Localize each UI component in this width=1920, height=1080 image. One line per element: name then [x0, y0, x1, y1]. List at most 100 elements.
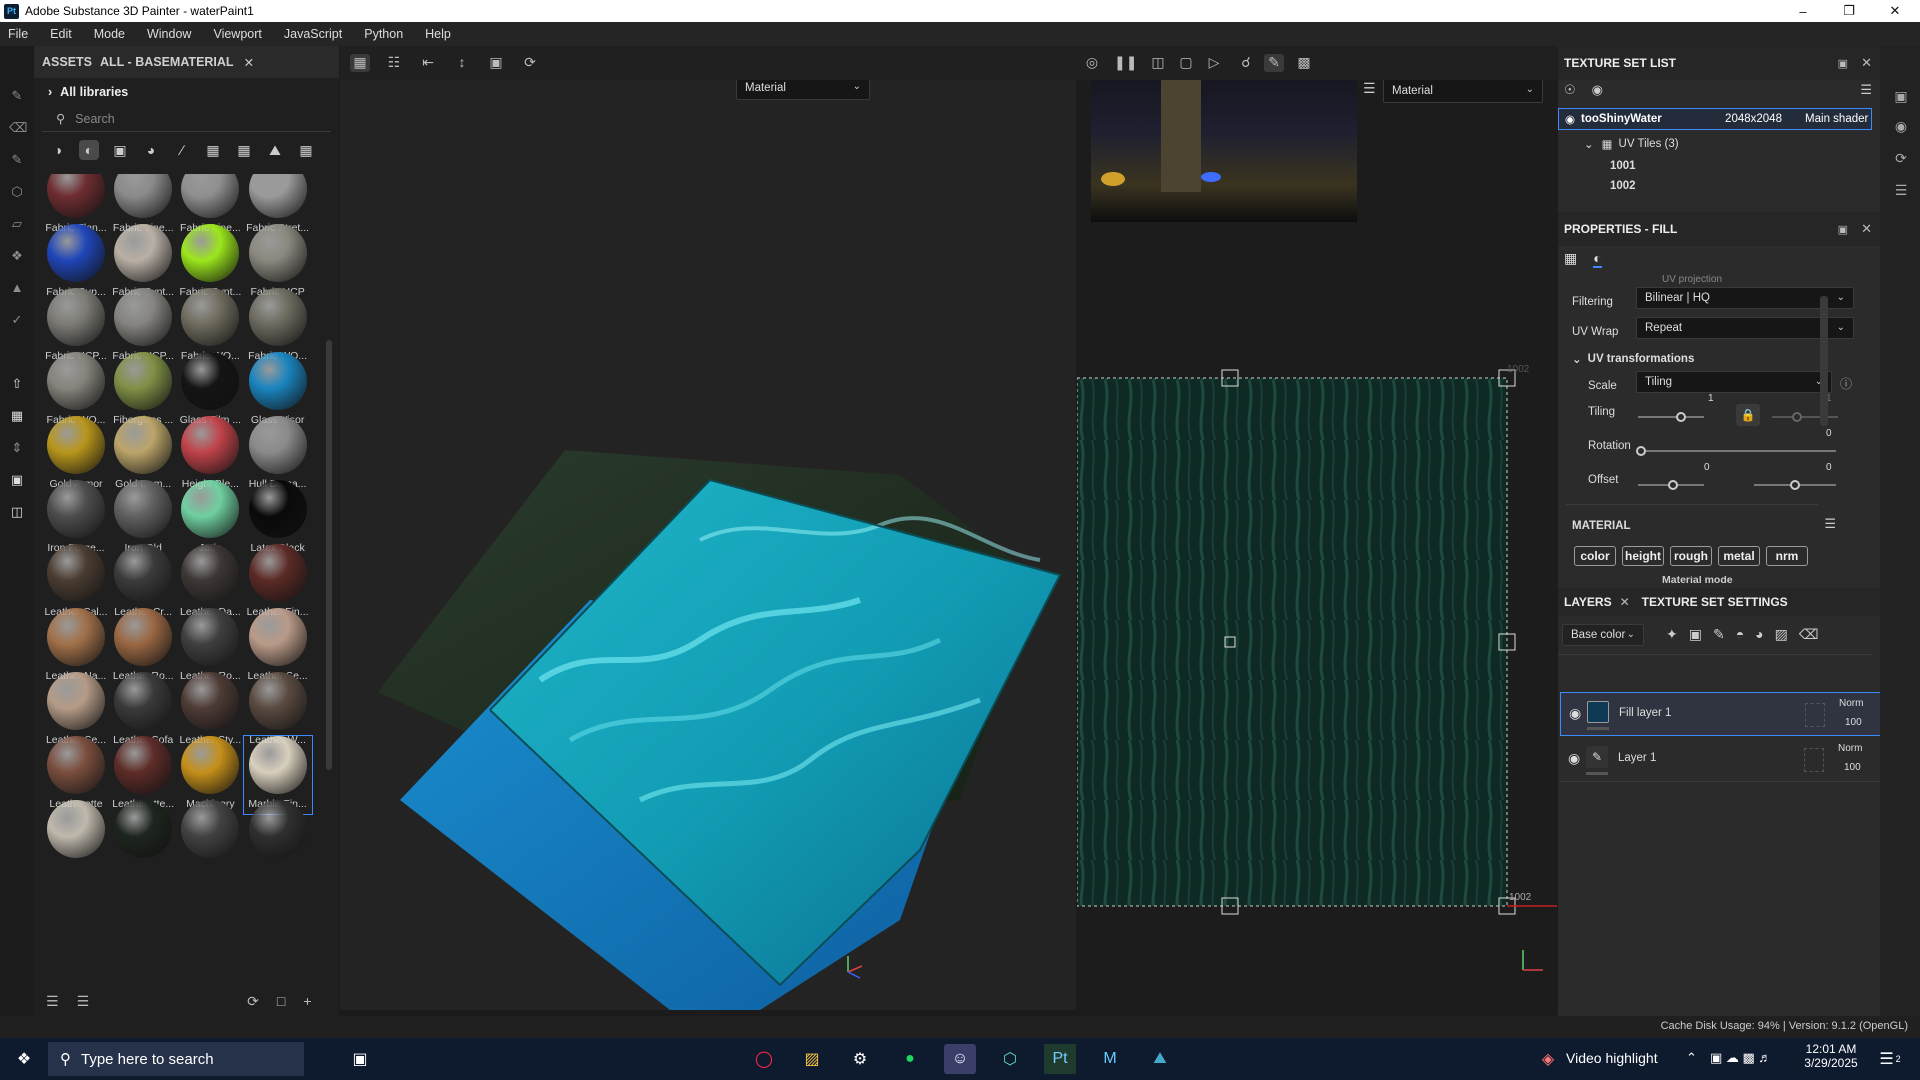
filter-effect-icon[interactable]: ◕: [141, 140, 161, 160]
texture-set-menu-icon[interactable]: ☰: [1860, 82, 1872, 98]
blend-mode[interactable]: Norm: [1838, 743, 1862, 754]
menu-python[interactable]: Python: [364, 27, 403, 41]
notification-icon[interactable]: ☰ 2: [1874, 1044, 1906, 1074]
video-highlight-label[interactable]: Video highlight: [1566, 1050, 1658, 1066]
uv-tiles-row[interactable]: ⌄ ▦ UV Tiles (3): [1584, 134, 1679, 154]
libraries-tree[interactable]: › All libraries: [34, 78, 339, 106]
scale-dropdown[interactable]: Tiling ⌄: [1636, 371, 1832, 393]
app-tray-icon[interactable]: ◈: [1532, 1044, 1564, 1074]
paint-brush-icon[interactable]: ✎: [9, 88, 25, 104]
add-effect-icon[interactable]: ✦: [1666, 626, 1678, 643]
camera-icon[interactable]: ▷: [1204, 54, 1224, 72]
refresh-icon[interactable]: ⟳: [247, 993, 259, 1010]
tray-chevron-up-icon[interactable]: ⌃: [1686, 1050, 1697, 1066]
delete-layer-icon[interactable]: ⌫: [1799, 626, 1819, 643]
clone-stamp-icon[interactable]: ▲: [9, 280, 25, 296]
bake-icon[interactable]: ▦: [9, 408, 25, 424]
smudge-icon[interactable]: ❖: [9, 248, 25, 264]
discord-icon[interactable]: ☺: [944, 1044, 976, 1074]
texture-set-row[interactable]: ◉ tooShinyWater 2048x2048 Main shader: [1558, 108, 1872, 130]
shelf-icon[interactable]: ◉: [1892, 118, 1910, 136]
menu-mode[interactable]: Mode: [94, 27, 125, 41]
export-icon[interactable]: ⇧: [9, 376, 25, 392]
layers-tab[interactable]: LAYERS: [1564, 595, 1612, 609]
rotation-slider-knob[interactable]: [1636, 446, 1646, 456]
channel-chip-nrm[interactable]: nrm: [1766, 546, 1808, 566]
fill-properties-icon[interactable]: ▦: [1564, 250, 1577, 268]
uv-tile-1001[interactable]: 1001: [1610, 156, 1636, 176]
undock-icon[interactable]: ▣: [1838, 223, 1848, 236]
eraser-icon[interactable]: ⌫: [9, 120, 27, 136]
task-view-icon[interactable]: ▣: [344, 1044, 376, 1074]
environment-filter-icon[interactable]: ⛰: [265, 140, 285, 160]
texture-filter-icon[interactable]: ▦: [203, 140, 223, 160]
asset-tile[interactable]: [244, 800, 312, 878]
measure-icon[interactable]: ⇕: [9, 440, 25, 456]
clock[interactable]: 12:01 AM 3/29/2025: [1798, 1042, 1864, 1070]
2d-viewport[interactable]: Material ⌄ ☰ 1002 1002: [1077, 80, 1557, 1010]
menu-viewport[interactable]: Viewport: [213, 27, 261, 41]
close-window-button[interactable]: ✕: [1872, 0, 1918, 22]
cube-view-icon[interactable]: ▢: [1176, 54, 1196, 72]
eye-icon[interactable]: ◉: [1592, 82, 1603, 98]
visibility-toggle-icon[interactable]: ☉: [1564, 82, 1576, 98]
channel-chip-rough[interactable]: rough: [1670, 546, 1712, 566]
close-panel-icon[interactable]: ✕: [1861, 221, 1872, 237]
menu-help[interactable]: Help: [425, 27, 451, 41]
log-icon[interactable]: ☰: [1892, 182, 1910, 200]
add-folder-icon[interactable]: ▨: [1775, 626, 1788, 643]
viewport-2d-mode-dropdown[interactable]: Material ⌄: [1383, 80, 1543, 103]
taskbar-search-input[interactable]: ⚲ Type here to search: [48, 1042, 304, 1076]
fit-view-icon[interactable]: ▣: [486, 54, 506, 72]
symmetry-icon[interactable]: ⇤: [418, 54, 438, 72]
spotify-icon[interactable]: ●: [894, 1044, 926, 1074]
material-menu-icon[interactable]: ☰: [1824, 516, 1836, 532]
screenshot-icon[interactable]: ▩: [1294, 54, 1314, 72]
polygon-fill-icon[interactable]: ▱: [9, 216, 25, 232]
color-picker-icon[interactable]: ✓: [9, 312, 25, 328]
layer-opacity[interactable]: 100: [1844, 762, 1861, 773]
shader-settings-icon[interactable]: ◫: [9, 504, 25, 520]
layer-opacity[interactable]: 100: [1845, 717, 1862, 728]
material-properties-icon[interactable]: ◐: [1593, 250, 1602, 268]
offset-slider-2-knob[interactable]: [1790, 480, 1800, 490]
uv-tile-1002[interactable]: 1002: [1610, 176, 1636, 196]
pause-icon[interactable]: ❚❚: [1114, 54, 1137, 72]
rotation-slider[interactable]: [1638, 450, 1836, 452]
eye-icon[interactable]: ◉: [1565, 112, 1575, 126]
projection-icon[interactable]: ✎: [9, 152, 25, 168]
eye-icon[interactable]: ◉: [1569, 705, 1581, 722]
menu-javascript[interactable]: JavaScript: [284, 27, 342, 41]
3d-viewport[interactable]: Material ⌄: [340, 80, 1076, 1010]
undock-icon[interactable]: ▣: [1838, 57, 1848, 70]
display-settings-icon[interactable]: ▣: [9, 472, 25, 488]
viewer-settings-icon[interactable]: ▣: [1892, 88, 1910, 106]
channel-list-icon[interactable]: ☰: [1363, 80, 1376, 97]
paint-mode-icon[interactable]: ✎: [1264, 54, 1284, 72]
brush-filter-icon[interactable]: ∕: [172, 140, 192, 160]
assets-scrollbar[interactable]: [326, 340, 332, 770]
all-assets-grid-icon[interactable]: ▦: [296, 140, 316, 160]
tiling-slider[interactable]: [1638, 416, 1704, 418]
channel-dropdown[interactable]: Base color ⌄: [1562, 624, 1644, 646]
blend-mode[interactable]: Norm: [1839, 698, 1863, 709]
add-paint-layer-icon[interactable]: ✎: [1713, 626, 1725, 643]
tile-grid-icon[interactable]: ☷: [384, 54, 404, 72]
eye-icon[interactable]: ◉: [1568, 750, 1580, 767]
tiling-slider-2-knob[interactable]: [1792, 412, 1802, 422]
align-icon[interactable]: ↕: [452, 54, 472, 72]
geometry-fill-icon[interactable]: ⬡: [9, 184, 25, 200]
app-icon[interactable]: ⬡: [994, 1044, 1026, 1074]
layer-row[interactable]: ◉ Fill layer 1 Norm 100: [1560, 692, 1882, 736]
close-layers-icon[interactable]: ✕: [1620, 595, 1630, 609]
iray-icon[interactable]: ☌: [1236, 54, 1256, 72]
asset-search-input[interactable]: ⚲ Search: [42, 106, 331, 132]
photos-icon[interactable]: ⛰: [1144, 1044, 1176, 1074]
materials-filter-icon[interactable]: ◑: [48, 140, 68, 160]
asset-tile[interactable]: [42, 800, 110, 878]
split-view-icon[interactable]: ◫: [1148, 54, 1168, 72]
add-mask-icon[interactable]: ▣: [1689, 626, 1702, 643]
reset-camera-icon[interactable]: ⟳: [520, 54, 540, 72]
channel-chip-color[interactable]: color: [1574, 546, 1616, 566]
asset-tile[interactable]: [176, 800, 244, 878]
